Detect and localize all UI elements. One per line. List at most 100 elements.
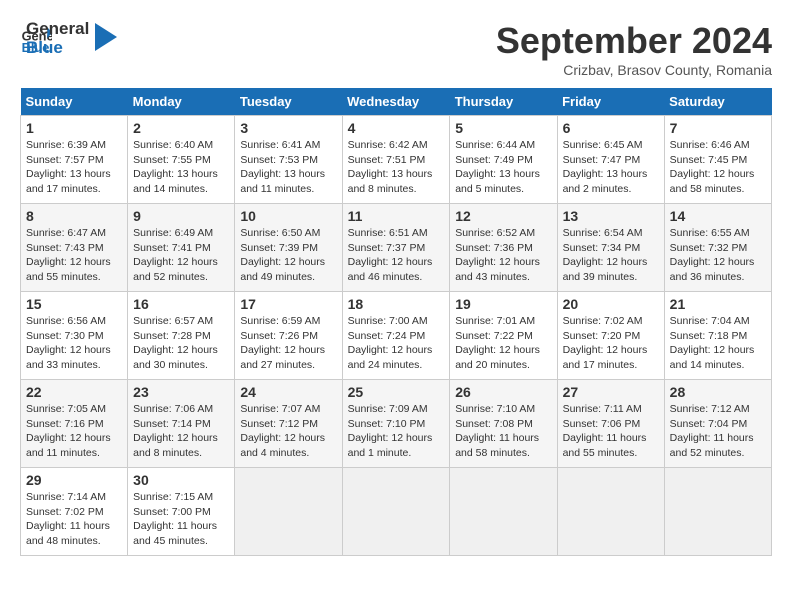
- day-info: Sunrise: 6:39 AM Sunset: 7:57 PM Dayligh…: [26, 138, 122, 197]
- col-thursday: Thursday: [450, 88, 557, 116]
- day-info: Sunrise: 7:12 AM Sunset: 7:04 PM Dayligh…: [670, 402, 766, 461]
- calendar-cell: 24 Sunrise: 7:07 AM Sunset: 7:12 PM Dayl…: [235, 380, 342, 468]
- day-number: 5: [455, 120, 551, 136]
- day-info: Sunrise: 6:52 AM Sunset: 7:36 PM Dayligh…: [455, 226, 551, 285]
- week-row: 29 Sunrise: 7:14 AM Sunset: 7:02 PM Dayl…: [21, 468, 772, 556]
- logo: General Blue General Blue: [20, 20, 117, 57]
- day-number: 7: [670, 120, 766, 136]
- day-number: 20: [563, 296, 659, 312]
- day-info: Sunrise: 6:47 AM Sunset: 7:43 PM Dayligh…: [26, 226, 122, 285]
- calendar-cell: 14 Sunrise: 6:55 AM Sunset: 7:32 PM Dayl…: [664, 204, 771, 292]
- day-number: 13: [563, 208, 659, 224]
- col-sunday: Sunday: [21, 88, 128, 116]
- calendar-cell: 3 Sunrise: 6:41 AM Sunset: 7:53 PM Dayli…: [235, 116, 342, 204]
- calendar-cell: 21 Sunrise: 7:04 AM Sunset: 7:18 PM Dayl…: [664, 292, 771, 380]
- month-title: September 2024: [496, 20, 772, 62]
- calendar-cell: 2 Sunrise: 6:40 AM Sunset: 7:55 PM Dayli…: [128, 116, 235, 204]
- calendar-cell: 8 Sunrise: 6:47 AM Sunset: 7:43 PM Dayli…: [21, 204, 128, 292]
- day-info: Sunrise: 6:54 AM Sunset: 7:34 PM Dayligh…: [563, 226, 659, 285]
- calendar-cell: 29 Sunrise: 7:14 AM Sunset: 7:02 PM Dayl…: [21, 468, 128, 556]
- day-number: 30: [133, 472, 229, 488]
- calendar-cell: 4 Sunrise: 6:42 AM Sunset: 7:51 PM Dayli…: [342, 116, 450, 204]
- calendar-cell: 23 Sunrise: 7:06 AM Sunset: 7:14 PM Dayl…: [128, 380, 235, 468]
- calendar-cell: 28 Sunrise: 7:12 AM Sunset: 7:04 PM Dayl…: [664, 380, 771, 468]
- page-header: General Blue General Blue September 2024…: [20, 20, 772, 78]
- day-info: Sunrise: 7:15 AM Sunset: 7:00 PM Dayligh…: [133, 490, 229, 549]
- week-row: 1 Sunrise: 6:39 AM Sunset: 7:57 PM Dayli…: [21, 116, 772, 204]
- week-row: 22 Sunrise: 7:05 AM Sunset: 7:16 PM Dayl…: [21, 380, 772, 468]
- day-number: 14: [670, 208, 766, 224]
- calendar-cell: 1 Sunrise: 6:39 AM Sunset: 7:57 PM Dayli…: [21, 116, 128, 204]
- calendar-cell: 6 Sunrise: 6:45 AM Sunset: 7:47 PM Dayli…: [557, 116, 664, 204]
- day-info: Sunrise: 6:55 AM Sunset: 7:32 PM Dayligh…: [670, 226, 766, 285]
- day-number: 29: [26, 472, 122, 488]
- day-info: Sunrise: 7:02 AM Sunset: 7:20 PM Dayligh…: [563, 314, 659, 373]
- week-row: 15 Sunrise: 6:56 AM Sunset: 7:30 PM Dayl…: [21, 292, 772, 380]
- day-number: 16: [133, 296, 229, 312]
- calendar-cell: 7 Sunrise: 6:46 AM Sunset: 7:45 PM Dayli…: [664, 116, 771, 204]
- calendar-cell: [664, 468, 771, 556]
- day-number: 2: [133, 120, 229, 136]
- day-number: 9: [133, 208, 229, 224]
- day-info: Sunrise: 7:04 AM Sunset: 7:18 PM Dayligh…: [670, 314, 766, 373]
- day-info: Sunrise: 7:06 AM Sunset: 7:14 PM Dayligh…: [133, 402, 229, 461]
- day-number: 12: [455, 208, 551, 224]
- day-info: Sunrise: 7:10 AM Sunset: 7:08 PM Dayligh…: [455, 402, 551, 461]
- day-info: Sunrise: 7:01 AM Sunset: 7:22 PM Dayligh…: [455, 314, 551, 373]
- calendar-cell: 27 Sunrise: 7:11 AM Sunset: 7:06 PM Dayl…: [557, 380, 664, 468]
- col-saturday: Saturday: [664, 88, 771, 116]
- week-row: 8 Sunrise: 6:47 AM Sunset: 7:43 PM Dayli…: [21, 204, 772, 292]
- day-info: Sunrise: 7:00 AM Sunset: 7:24 PM Dayligh…: [348, 314, 445, 373]
- day-info: Sunrise: 6:40 AM Sunset: 7:55 PM Dayligh…: [133, 138, 229, 197]
- col-monday: Monday: [128, 88, 235, 116]
- day-info: Sunrise: 7:07 AM Sunset: 7:12 PM Dayligh…: [240, 402, 336, 461]
- day-info: Sunrise: 6:49 AM Sunset: 7:41 PM Dayligh…: [133, 226, 229, 285]
- calendar-cell: 19 Sunrise: 7:01 AM Sunset: 7:22 PM Dayl…: [450, 292, 557, 380]
- day-info: Sunrise: 6:44 AM Sunset: 7:49 PM Dayligh…: [455, 138, 551, 197]
- day-number: 25: [348, 384, 445, 400]
- calendar-cell: 20 Sunrise: 7:02 AM Sunset: 7:20 PM Dayl…: [557, 292, 664, 380]
- calendar-cell: 16 Sunrise: 6:57 AM Sunset: 7:28 PM Dayl…: [128, 292, 235, 380]
- day-number: 17: [240, 296, 336, 312]
- day-info: Sunrise: 6:45 AM Sunset: 7:47 PM Dayligh…: [563, 138, 659, 197]
- day-number: 21: [670, 296, 766, 312]
- day-number: 11: [348, 208, 445, 224]
- logo-blue: Blue: [26, 39, 89, 58]
- calendar-cell: 12 Sunrise: 6:52 AM Sunset: 7:36 PM Dayl…: [450, 204, 557, 292]
- calendar-cell: 11 Sunrise: 6:51 AM Sunset: 7:37 PM Dayl…: [342, 204, 450, 292]
- day-number: 28: [670, 384, 766, 400]
- calendar-cell: [450, 468, 557, 556]
- day-number: 24: [240, 384, 336, 400]
- calendar-cell: 25 Sunrise: 7:09 AM Sunset: 7:10 PM Dayl…: [342, 380, 450, 468]
- day-number: 6: [563, 120, 659, 136]
- day-info: Sunrise: 6:51 AM Sunset: 7:37 PM Dayligh…: [348, 226, 445, 285]
- calendar-cell: 18 Sunrise: 7:00 AM Sunset: 7:24 PM Dayl…: [342, 292, 450, 380]
- logo-general: General: [26, 20, 89, 39]
- day-number: 8: [26, 208, 122, 224]
- day-info: Sunrise: 6:42 AM Sunset: 7:51 PM Dayligh…: [348, 138, 445, 197]
- day-number: 23: [133, 384, 229, 400]
- header-row: Sunday Monday Tuesday Wednesday Thursday…: [21, 88, 772, 116]
- calendar-cell: 5 Sunrise: 6:44 AM Sunset: 7:49 PM Dayli…: [450, 116, 557, 204]
- calendar-cell: 22 Sunrise: 7:05 AM Sunset: 7:16 PM Dayl…: [21, 380, 128, 468]
- calendar-cell: [557, 468, 664, 556]
- day-number: 26: [455, 384, 551, 400]
- calendar-cell: 9 Sunrise: 6:49 AM Sunset: 7:41 PM Dayli…: [128, 204, 235, 292]
- calendar-cell: 17 Sunrise: 6:59 AM Sunset: 7:26 PM Dayl…: [235, 292, 342, 380]
- calendar-cell: 26 Sunrise: 7:10 AM Sunset: 7:08 PM Dayl…: [450, 380, 557, 468]
- day-info: Sunrise: 7:05 AM Sunset: 7:16 PM Dayligh…: [26, 402, 122, 461]
- calendar-cell: [235, 468, 342, 556]
- col-wednesday: Wednesday: [342, 88, 450, 116]
- day-info: Sunrise: 6:41 AM Sunset: 7:53 PM Dayligh…: [240, 138, 336, 197]
- day-info: Sunrise: 6:46 AM Sunset: 7:45 PM Dayligh…: [670, 138, 766, 197]
- day-number: 18: [348, 296, 445, 312]
- calendar-cell: 30 Sunrise: 7:15 AM Sunset: 7:00 PM Dayl…: [128, 468, 235, 556]
- day-info: Sunrise: 6:57 AM Sunset: 7:28 PM Dayligh…: [133, 314, 229, 373]
- day-number: 10: [240, 208, 336, 224]
- col-friday: Friday: [557, 88, 664, 116]
- calendar-table: Sunday Monday Tuesday Wednesday Thursday…: [20, 88, 772, 556]
- calendar-cell: 10 Sunrise: 6:50 AM Sunset: 7:39 PM Dayl…: [235, 204, 342, 292]
- title-block: September 2024 Crizbav, Brasov County, R…: [496, 20, 772, 78]
- day-info: Sunrise: 7:11 AM Sunset: 7:06 PM Dayligh…: [563, 402, 659, 461]
- calendar-cell: 13 Sunrise: 6:54 AM Sunset: 7:34 PM Dayl…: [557, 204, 664, 292]
